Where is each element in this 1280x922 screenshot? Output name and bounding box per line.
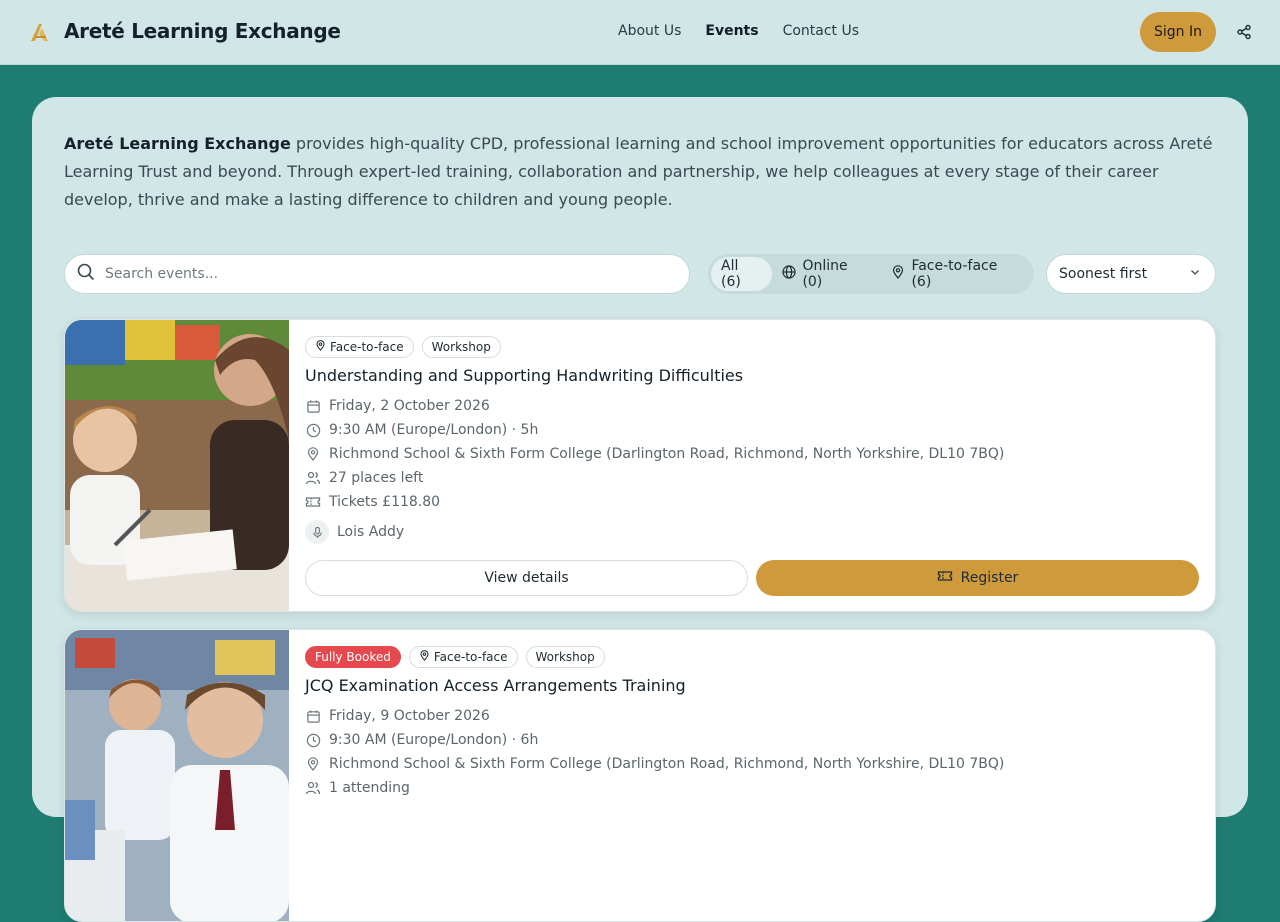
event-places-text: 27 places left: [329, 470, 424, 486]
event-card: Fully Booked Face-to-face Workshop JCQ E…: [64, 629, 1216, 922]
nav-contact-us[interactable]: Contact Us: [783, 23, 859, 39]
register-label: Register: [960, 570, 1019, 586]
status-badge: Fully Booked: [305, 646, 401, 668]
event-tags: Fully Booked Face-to-face Workshop: [305, 646, 1201, 668]
map-pin-icon: [315, 340, 326, 354]
microphone-icon: [305, 520, 329, 544]
tag-workshop: Workshop: [421, 336, 501, 358]
event-tickets: Tickets £118.80: [305, 490, 1201, 514]
nav-events[interactable]: Events: [705, 23, 758, 39]
ticket-icon: [937, 568, 953, 588]
event-places-text: 1 attending: [329, 780, 410, 796]
event-time: 9:30 AM (Europe/London) · 6h: [305, 728, 1201, 752]
clock-icon: [305, 422, 321, 438]
event-image: [65, 320, 289, 611]
event-location-text: Richmond School & Sixth Form College (Da…: [329, 446, 1005, 462]
users-icon: [305, 780, 321, 796]
events-panel: Areté Learning Exchange provides high-qu…: [32, 97, 1248, 922]
users-icon: [305, 470, 321, 486]
tag-face-to-face: Face-to-face: [408, 646, 518, 668]
tag-label: Face-to-face: [330, 340, 404, 354]
event-places: 1 attending: [305, 776, 1201, 800]
tag-label: Face-to-face: [433, 650, 508, 664]
view-details-button[interactable]: View details: [305, 560, 748, 596]
calendar-icon: [305, 398, 321, 414]
filter-all[interactable]: All (6): [711, 257, 773, 291]
tag-face-to-face: Face-to-face: [305, 336, 414, 358]
event-type-filter: All (6) Online (0) Face-to-face (6): [708, 254, 1034, 294]
event-title[interactable]: Understanding and Supporting Handwriting…: [305, 366, 1201, 390]
event-card-body: Fully Booked Face-to-face Workshop JCQ E…: [305, 646, 1201, 800]
event-image: [65, 630, 289, 921]
map-pin-icon: [419, 650, 430, 664]
calendar-icon: [305, 708, 321, 724]
filter-online[interactable]: Online (0): [772, 257, 881, 291]
filter-face-to-face[interactable]: Face-to-face (6): [881, 257, 1031, 291]
sign-in-button[interactable]: Sign In: [1140, 12, 1216, 52]
event-date: Friday, 9 October 2026: [305, 704, 1201, 728]
event-tickets-text: Tickets £118.80: [329, 494, 441, 510]
clock-icon: [305, 732, 321, 748]
map-pin-icon: [891, 265, 905, 283]
event-time-text: 9:30 AM (Europe/London) · 6h: [329, 732, 539, 748]
sort-select[interactable]: Soonest first: [1046, 254, 1216, 294]
intro-brand: Areté Learning Exchange: [64, 134, 291, 153]
event-title[interactable]: JCQ Examination Access Arrangements Trai…: [305, 676, 1201, 700]
map-pin-icon: [305, 446, 321, 462]
event-time-text: 9:30 AM (Europe/London) · 5h: [329, 422, 539, 438]
chevron-down-icon: [1189, 266, 1201, 282]
event-speaker-name: Lois Addy: [337, 524, 405, 540]
top-navbar: Areté Learning Exchange About Us Events …: [0, 0, 1280, 65]
search-box[interactable]: [64, 254, 690, 294]
search-icon: [77, 263, 95, 285]
filter-all-label: All (6): [721, 258, 741, 290]
intro-paragraph: Areté Learning Exchange provides high-qu…: [64, 130, 1214, 214]
event-meta: Friday, 2 October 2026 9:30 AM (Europe/L…: [305, 394, 1201, 514]
event-tags: Face-to-face Workshop: [305, 336, 1201, 358]
nav-about-us[interactable]: About Us: [618, 23, 681, 39]
register-button[interactable]: Register: [756, 560, 1199, 596]
ticket-icon: [305, 494, 321, 510]
brand-name[interactable]: Areté Learning Exchange: [64, 19, 341, 43]
event-location: Richmond School & Sixth Form College (Da…: [305, 752, 1201, 776]
tag-label: Workshop: [535, 650, 595, 664]
map-pin-icon: [305, 756, 321, 772]
sort-value: Soonest first: [1059, 266, 1148, 282]
event-card-body: Face-to-face Workshop Understanding and …: [305, 336, 1201, 544]
search-input[interactable]: [105, 266, 665, 282]
event-date: Friday, 2 October 2026: [305, 394, 1201, 418]
event-places: 27 places left: [305, 466, 1201, 490]
tag-label: Workshop: [431, 340, 491, 354]
event-location: Richmond School & Sixth Form College (Da…: [305, 442, 1201, 466]
filter-face-to-face-label: Face-to-face (6): [911, 258, 998, 290]
event-date-text: Friday, 2 October 2026: [329, 398, 490, 414]
arete-logo-icon[interactable]: [28, 20, 52, 44]
event-card: Face-to-face Workshop Understanding and …: [64, 319, 1216, 612]
tag-workshop: Workshop: [525, 646, 605, 668]
event-date-text: Friday, 9 October 2026: [329, 708, 490, 724]
filter-online-label: Online (0): [802, 258, 848, 290]
event-time: 9:30 AM (Europe/London) · 5h: [305, 418, 1201, 442]
globe-icon: [782, 265, 797, 283]
share-icon[interactable]: [1228, 16, 1260, 48]
event-meta: Friday, 9 October 2026 9:30 AM (Europe/L…: [305, 704, 1201, 800]
event-location-text: Richmond School & Sixth Form College (Da…: [329, 756, 1005, 772]
event-actions: View details Register: [305, 560, 1199, 596]
main-nav: About Us Events Contact Us: [618, 23, 859, 39]
event-speaker: Lois Addy: [305, 520, 1201, 544]
